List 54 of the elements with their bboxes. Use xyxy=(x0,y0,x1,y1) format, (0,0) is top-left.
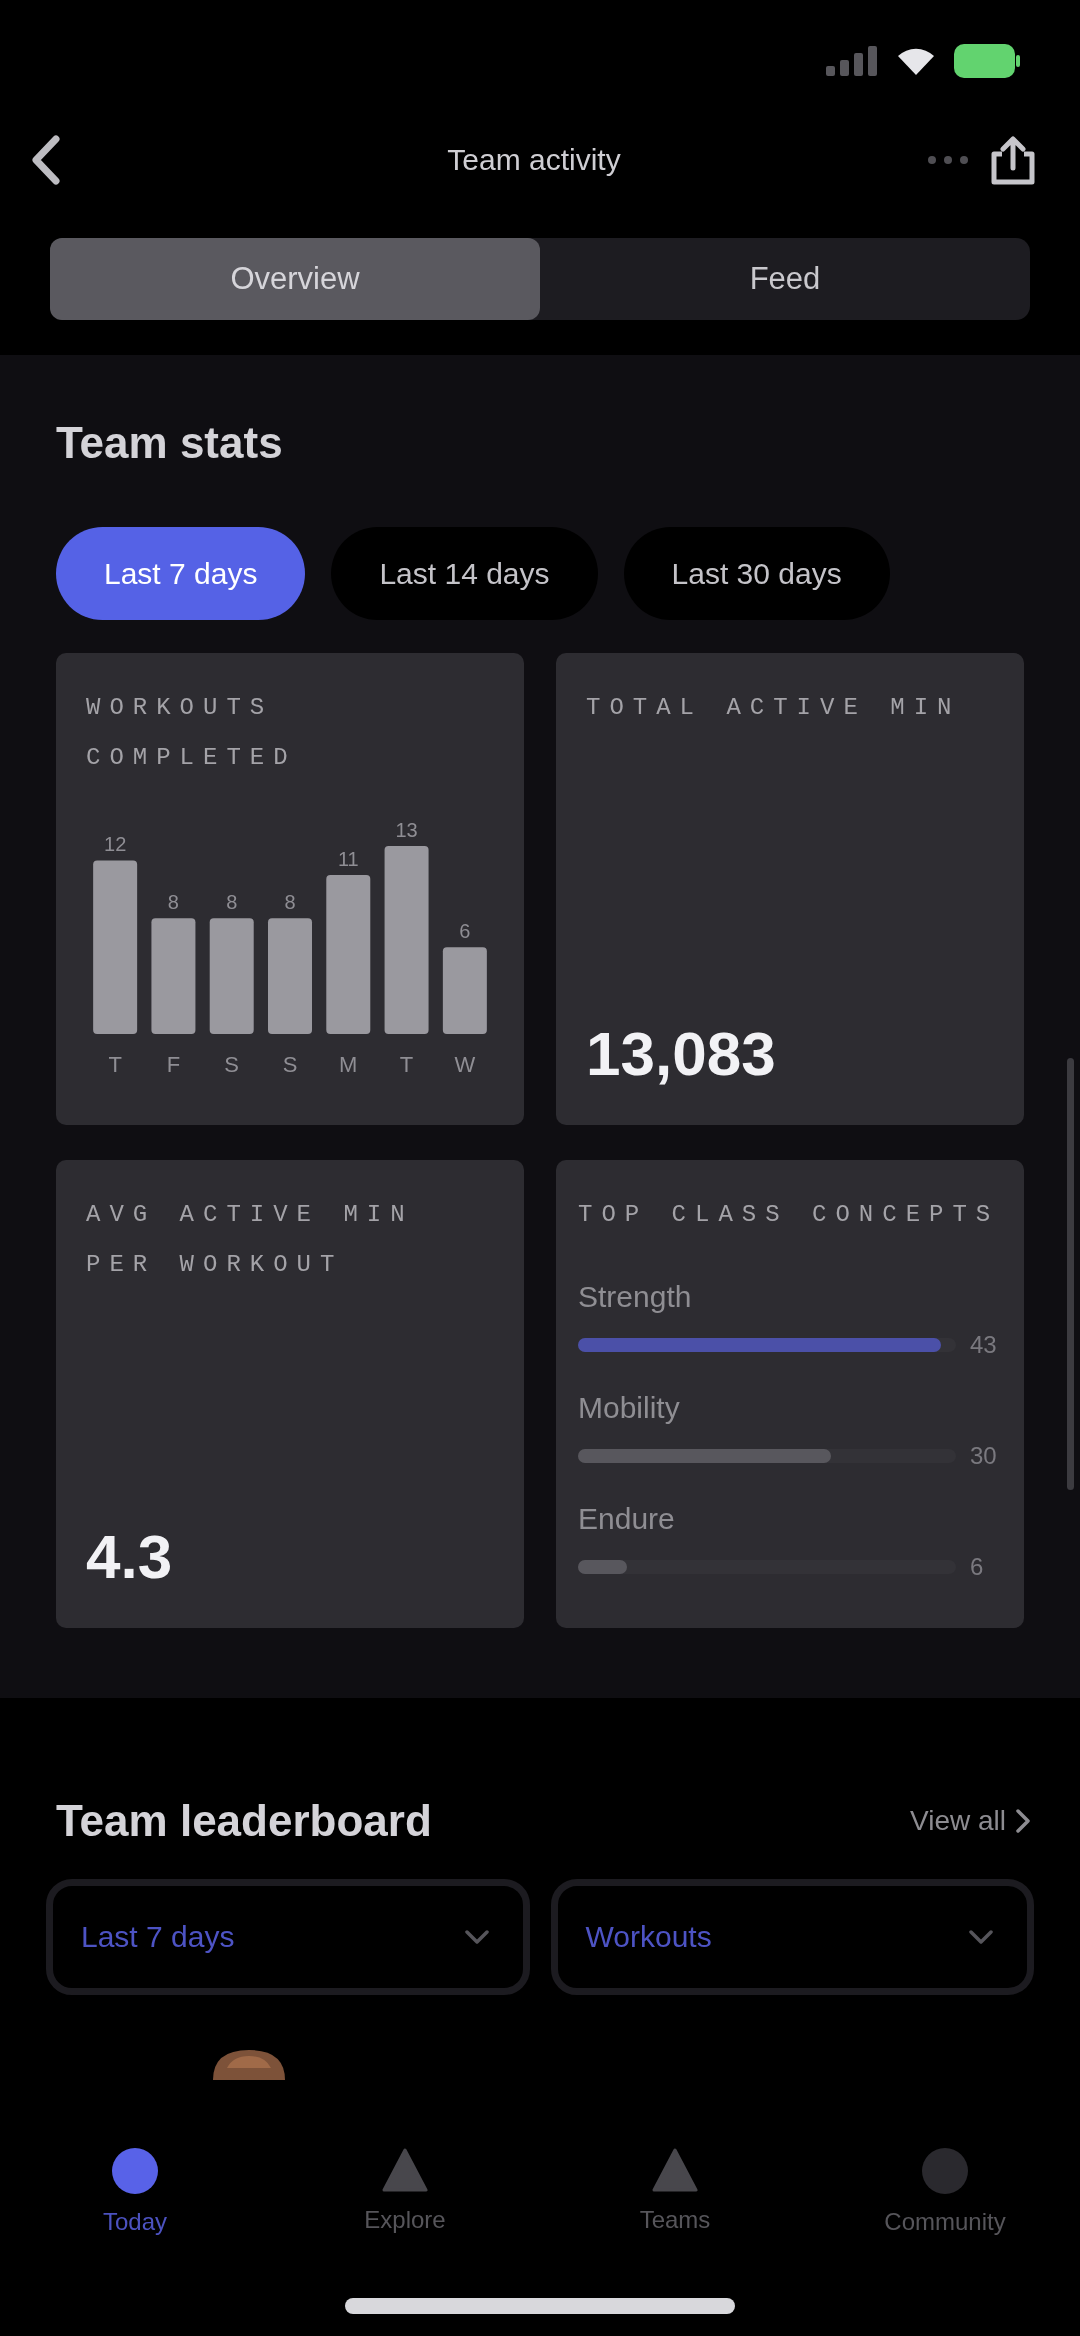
section-title: Team stats xyxy=(56,417,284,469)
bar-value-label: 11 xyxy=(337,847,359,870)
nav-item[interactable]: Today xyxy=(0,2148,270,2240)
axis-label: W xyxy=(454,1052,476,1077)
chevron-right-icon xyxy=(1016,1809,1030,1833)
screen-title: Team activity xyxy=(447,143,621,177)
concept-count: 6 xyxy=(970,1553,985,1581)
filter-chip[interactable]: Last 30 days xyxy=(623,527,890,620)
bar-value-label: 8 xyxy=(167,891,179,914)
concept-name: Strength xyxy=(578,1279,692,1315)
card-label: TOP CLASS CONCEPTS xyxy=(578,1200,1001,1230)
card-label: TOTAL ACTIVE MIN xyxy=(586,693,962,723)
section-title: Team leaderboard xyxy=(56,1795,432,1847)
stat-value: 4.3 xyxy=(86,1526,174,1588)
nav-item[interactable]: Explore xyxy=(270,2148,540,2240)
bar-value-label: 8 xyxy=(226,891,238,914)
axis-label: F xyxy=(166,1052,181,1077)
axis-label: S xyxy=(224,1052,240,1077)
concept-count: 30 xyxy=(970,1442,998,1470)
triangle-icon xyxy=(652,2148,698,2192)
axis-label: S xyxy=(282,1052,298,1077)
signal-icon xyxy=(826,46,878,76)
concept-name: Endure xyxy=(578,1501,675,1537)
chevron-down-icon xyxy=(969,1930,993,1944)
triangle-icon xyxy=(382,2148,428,2192)
wifi-icon xyxy=(898,47,934,75)
bar-value-label: 8 xyxy=(284,891,296,914)
tab[interactable]: Overview xyxy=(50,238,540,320)
concept-count: 43 xyxy=(970,1331,998,1359)
axis-label: M xyxy=(339,1052,358,1077)
bar-value-label: 13 xyxy=(395,819,418,841)
axis-label: T xyxy=(399,1052,414,1077)
view-all-link[interactable]: View all xyxy=(910,1805,1030,1837)
nav-item[interactable]: Community xyxy=(810,2148,1080,2240)
stat-value: 13,083 xyxy=(586,1023,777,1085)
concept-name: Mobility xyxy=(578,1390,680,1426)
nav-item[interactable]: Teams xyxy=(540,2148,810,2240)
chevron-down-icon xyxy=(464,1930,489,1944)
dropdown[interactable]: Last 7 days xyxy=(46,1879,530,1995)
filter-chip[interactable]: Last 7 days xyxy=(56,527,306,620)
dome-icon xyxy=(213,2050,285,2080)
card-label: AVG ACTIVE MIN PER WORKOUT xyxy=(86,1200,415,1280)
circle-icon xyxy=(922,2148,968,2194)
circle-icon xyxy=(112,2148,158,2194)
card-label: WORKOUTS COMPLETED xyxy=(86,693,298,773)
ellipsis-icon[interactable] xyxy=(928,156,968,164)
dropdown[interactable]: Workouts xyxy=(550,1879,1034,1995)
bar-value-label: 6 xyxy=(459,920,471,943)
chevron-left-icon[interactable] xyxy=(30,135,60,185)
battery-icon xyxy=(954,44,1020,78)
filter-chip[interactable]: Last 14 days xyxy=(331,527,598,620)
axis-label: T xyxy=(108,1052,122,1077)
tab[interactable]: Feed xyxy=(540,238,1030,320)
bar-value-label: 12 xyxy=(104,833,127,856)
